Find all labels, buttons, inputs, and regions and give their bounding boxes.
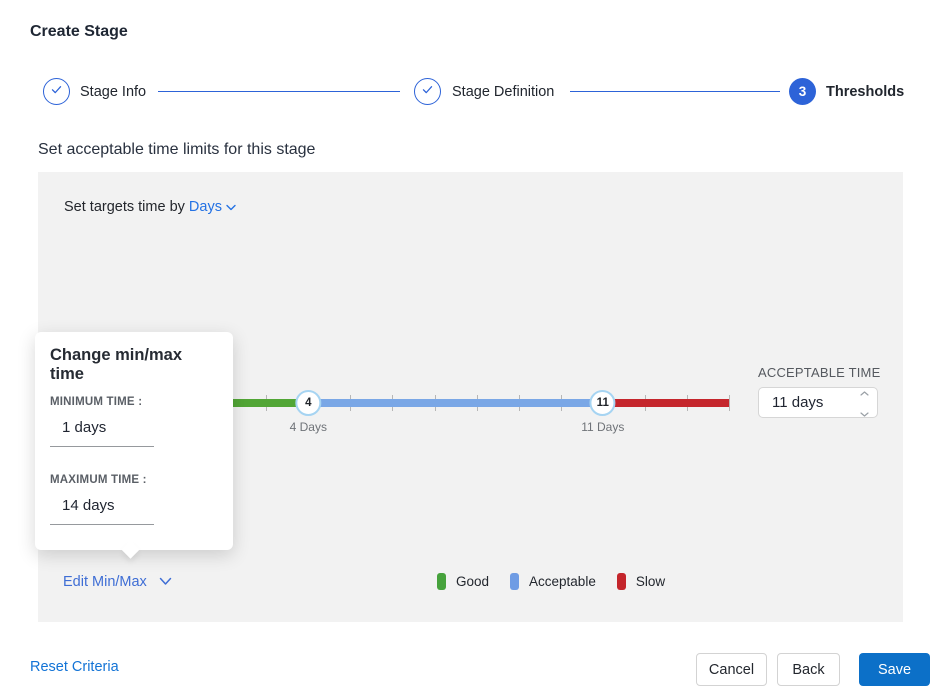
acceptable-time-input[interactable] xyxy=(759,393,858,412)
unit-dropdown-value: Days xyxy=(188,199,222,215)
reset-criteria-link[interactable]: Reset Criteria xyxy=(30,659,119,675)
step-connector xyxy=(570,91,780,92)
legend-item-slow: Slow xyxy=(616,573,666,590)
handle-label: 11 Days xyxy=(581,420,625,434)
step-1-check-circle[interactable] xyxy=(43,78,70,105)
check-icon xyxy=(49,82,64,102)
edit-minmax-toggle[interactable]: Edit Min/Max xyxy=(63,574,172,590)
acceptable-time-field xyxy=(758,387,878,418)
chevron-down-icon xyxy=(159,574,172,590)
minimum-time-label: MINIMUM TIME : xyxy=(50,396,143,408)
set-targets-row: Set targets time by Days xyxy=(64,199,236,215)
step-3-label: Thresholds xyxy=(826,84,905,100)
step-1-label: Stage Info xyxy=(80,84,147,100)
chevron-down-icon xyxy=(226,199,236,215)
set-targets-label: Set targets time by xyxy=(64,199,185,215)
step-2-check-circle[interactable] xyxy=(414,78,441,105)
max-threshold-handle[interactable]: 11 11 Days xyxy=(581,390,624,434)
legend-item-good: Good xyxy=(437,573,489,590)
step-2-label: Stage Definition xyxy=(452,84,555,100)
acceptable-time-label: ACCEPTABLE TIME xyxy=(758,365,881,380)
slider-segment-acceptable xyxy=(308,399,603,407)
create-stage-wizard: Create Stage Stage Info Stage Definition… xyxy=(0,0,943,699)
legend-label: Good xyxy=(456,574,490,589)
check-icon xyxy=(420,82,435,102)
legend-item-acceptable: Acceptable xyxy=(510,573,596,590)
save-button[interactable]: Save xyxy=(859,653,930,686)
popover-title: Change min/max time xyxy=(50,346,183,383)
legend-label: Slow xyxy=(635,574,666,589)
change-minmax-popover: Change min/max time MINIMUM TIME : MAXIM… xyxy=(35,332,233,559)
edit-minmax-label: Edit Min/Max xyxy=(63,574,147,590)
handle-label: 4 Days xyxy=(289,420,327,434)
slow-swatch xyxy=(616,573,626,590)
page-title: Create Stage xyxy=(30,23,128,40)
cancel-button[interactable]: Cancel xyxy=(696,653,767,686)
spinner-up-icon[interactable] xyxy=(860,383,869,401)
handle-value[interactable]: 11 xyxy=(589,390,616,416)
maximum-time-input[interactable] xyxy=(50,495,154,525)
step-connector xyxy=(158,91,400,92)
step-3-number-circle[interactable]: 3 xyxy=(789,78,816,105)
unit-dropdown[interactable]: Days xyxy=(189,199,236,215)
slider-legend: Good Acceptable Slow xyxy=(437,573,665,590)
slider-tick xyxy=(729,395,730,411)
minimum-time-input[interactable] xyxy=(50,417,154,447)
handle-value[interactable]: 4 xyxy=(295,390,322,416)
legend-label: Acceptable xyxy=(529,574,596,589)
acceptable-swatch xyxy=(510,573,520,590)
spinner-down-icon[interactable] xyxy=(860,404,869,422)
good-swatch xyxy=(437,573,446,590)
min-threshold-handle[interactable]: 4 4 Days xyxy=(290,390,327,434)
stepper-arrows xyxy=(860,383,869,422)
section-heading: Set acceptable time limits for this stag… xyxy=(38,141,316,158)
back-button[interactable]: Back xyxy=(777,653,840,686)
maximum-time-label: MAXIMUM TIME : xyxy=(50,474,147,486)
